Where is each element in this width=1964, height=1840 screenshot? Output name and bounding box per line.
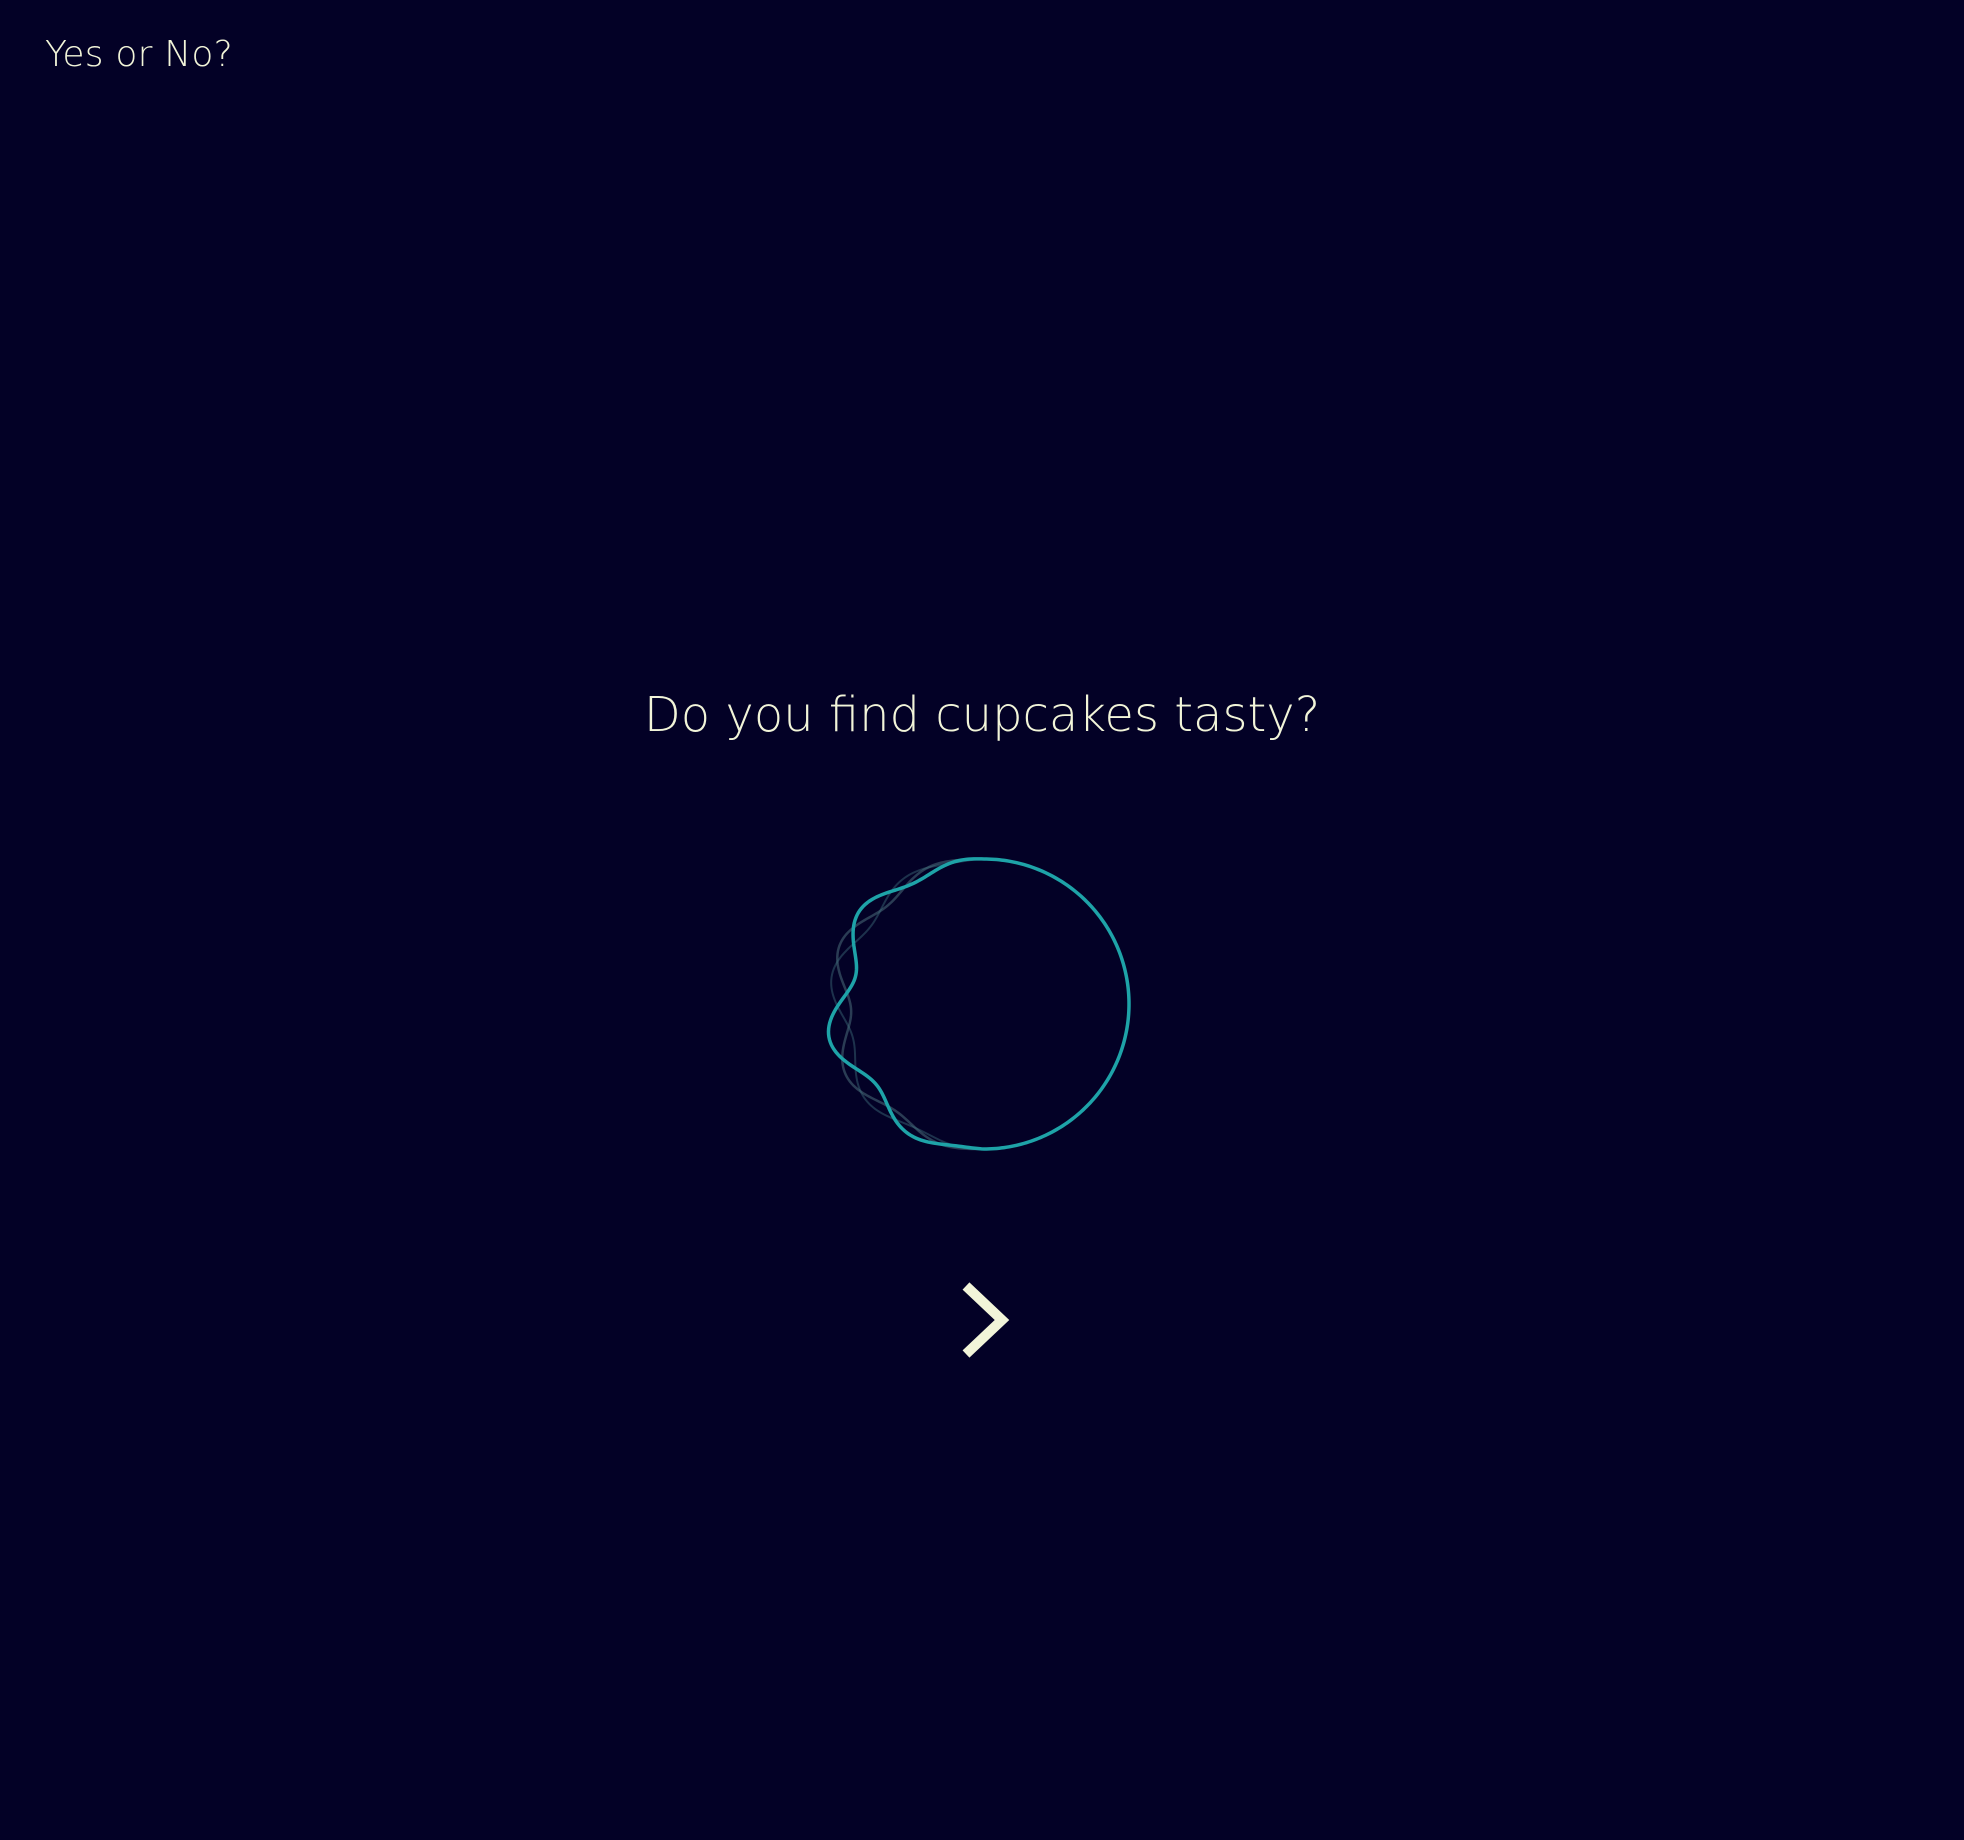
- question-text: Do you find cupcakes tasty?: [643, 687, 1321, 743]
- app-title: Yes or No?: [45, 34, 233, 75]
- waveform-ring-faded-2: [830, 857, 1131, 1151]
- waveform-circle-icon[interactable]: [816, 846, 1142, 1172]
- next-button[interactable]: [944, 1272, 1024, 1368]
- chevron-right-icon: [962, 1282, 1010, 1358]
- waveform-ring-primary: [826, 857, 1131, 1151]
